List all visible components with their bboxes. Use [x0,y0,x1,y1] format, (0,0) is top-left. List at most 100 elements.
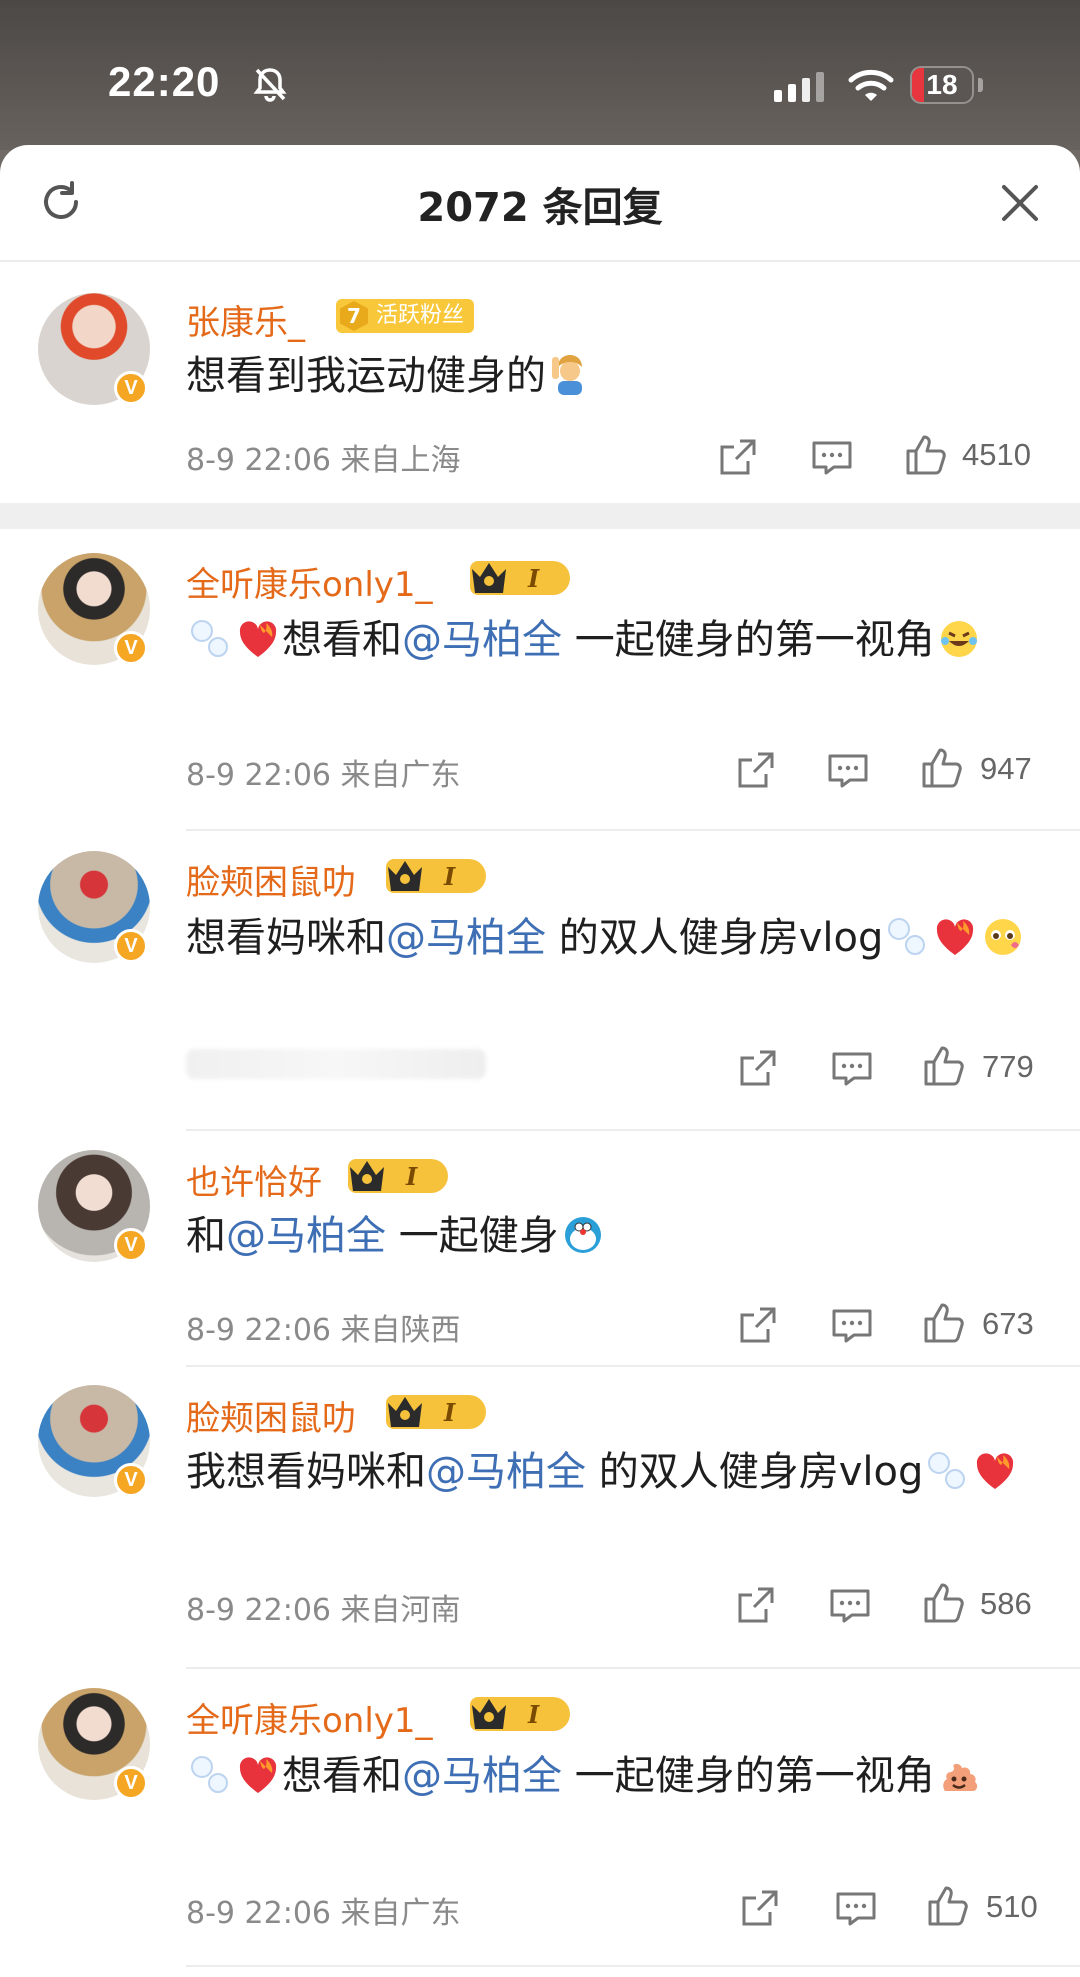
thumb-up-icon[interactable] [926,1884,970,1928]
comment-time: 8-9 22:06 [186,443,331,478]
username[interactable]: 脸颊困鼠叻 [186,1391,356,1440]
comment-location: 来自陕西 [340,1313,461,1348]
comment-segment: 想看妈咪和 [186,915,386,961]
username[interactable]: 全听康乐only1_ [186,557,433,606]
battery-indicator: 18 [910,66,974,104]
wifi-icon [848,69,894,101]
comment-time: 8-9 22:06 [186,1313,331,1348]
comment-segment: 想看到我运动健身的 [186,353,546,399]
share-icon[interactable] [736,1303,780,1347]
comment-icon[interactable] [828,1583,872,1627]
mention-link[interactable]: @马柏全 [226,1213,386,1259]
mention-link[interactable]: @马柏全 [386,915,546,961]
fan-level-badge: 7 活跃粉丝 [336,299,475,333]
like-count: 779 [982,1049,1034,1084]
close-icon[interactable] [998,181,1042,225]
comment-text: 我想看妈咪和@马柏全 的双人健身房vlog [186,1441,1036,1503]
comment-icon[interactable] [810,435,854,479]
heart-on-fire-emoji-icon [977,1453,1014,1489]
battery-level: 18 [926,69,958,100]
status-bar: 22:20 18 [0,0,1080,150]
like-count: 673 [982,1306,1034,1341]
verified-badge: V [114,1228,148,1262]
comment-segment: 一起健身的第一视角 [562,617,935,663]
share-icon[interactable] [734,1583,778,1627]
username[interactable]: 也许恰好 [186,1155,322,1204]
thumb-up-icon[interactable] [920,746,964,790]
heart-on-fire-emoji-icon [937,919,974,955]
like-count: 947 [980,751,1032,786]
comment-time: 8-9 22:06 [186,1896,331,1931]
thumb-up-icon[interactable] [904,433,948,477]
section-divider [0,503,1080,529]
doraemon-emoji-icon [564,1217,601,1253]
like-count: 4510 [962,437,1031,472]
person-raising-hand-emoji-icon [552,355,582,395]
username[interactable]: 全听康乐only1_ [186,1693,433,1742]
vip-level: I [528,1700,540,1729]
comment-icon[interactable] [830,1046,874,1090]
comment-location: 来自河南 [340,1593,461,1628]
comment-location: 来自广东 [340,1896,461,1931]
bubbles-emoji-icon [888,918,926,955]
thumb-up-icon[interactable] [922,1044,966,1088]
comment-icon[interactable] [834,1886,878,1930]
comment-segment: 我想看妈咪和 [186,1449,426,1495]
comment-segment: 一起健身 [386,1213,559,1259]
status-time: 22:20 [108,58,221,105]
vip-badge: I [386,1395,486,1429]
comment-meta: 8-9 22:06 来自广东 [186,1888,461,1932]
username[interactable]: 张康乐_ [186,295,305,344]
username[interactable]: 脸颊困鼠叻 [186,855,356,904]
divider [186,829,1080,831]
comment-text: 想看妈咪和@马柏全 的双人健身房vlog [186,907,1036,969]
vip-badge: I [470,561,570,595]
comment-segment: 一起健身的第一视角 [562,1753,935,1799]
comment-segment: 想看和 [282,1753,402,1799]
thumb-up-icon[interactable] [922,1581,966,1625]
bubbles-emoji-icon [191,620,228,657]
mention-link[interactable]: @马柏全 [402,617,562,663]
crown-icon [388,1397,422,1427]
bubbles-emoji-icon [928,1452,966,1489]
comment-segment: 想看和 [282,617,402,663]
comment-icon[interactable] [830,1303,874,1347]
divider [186,1365,1080,1367]
comment-meta: 8-9 22:06 来自河南 [186,1585,461,1629]
bell-muted-icon [253,68,287,102]
vip-level: I [444,862,456,891]
signal-icon [774,72,824,102]
thumb-up-icon[interactable] [922,1301,966,1345]
comment-text: 想看到我运动健身的 [186,345,1036,407]
like-count: 510 [986,1889,1038,1924]
bubbles-emoji-icon [191,1756,228,1793]
share-icon[interactable] [736,1046,780,1090]
crown-icon [472,1699,506,1729]
verified-badge: V [114,631,148,665]
comment-segment: 的双人健身房vlog [546,915,884,961]
fan-level-number: 7 [340,301,368,331]
verified-badge: V [114,1766,148,1800]
comment-meta: 8-9 22:06 来自广东 [186,750,461,794]
divider [186,1965,1080,1967]
vip-badge: I [386,859,486,893]
vip-badge: I [348,1159,448,1193]
like-count: 586 [980,1586,1032,1621]
crown-icon [472,563,506,593]
vip-badge: I [470,1697,570,1731]
verified-badge: V [114,1463,148,1497]
heart-on-fire-emoji-icon [239,621,277,657]
mention-link[interactable]: @马柏全 [426,1449,586,1495]
share-icon[interactable] [734,748,778,792]
comment-icon[interactable] [826,748,870,792]
comment-segment: 的双人健身房vlog [586,1449,924,1495]
mention-link[interactable]: @马柏全 [402,1753,562,1799]
verified-badge: V [114,371,148,405]
share-icon[interactable] [716,435,760,479]
comment-meta: 8-9 22:06 来自陕西 [186,1305,461,1349]
comment-text: 想看和@马柏全 一起健身的第一视角 [186,1745,1036,1807]
vip-level: I [406,1162,418,1191]
share-icon[interactable] [738,1886,782,1930]
crown-icon [350,1161,384,1191]
vip-level: I [528,564,540,593]
